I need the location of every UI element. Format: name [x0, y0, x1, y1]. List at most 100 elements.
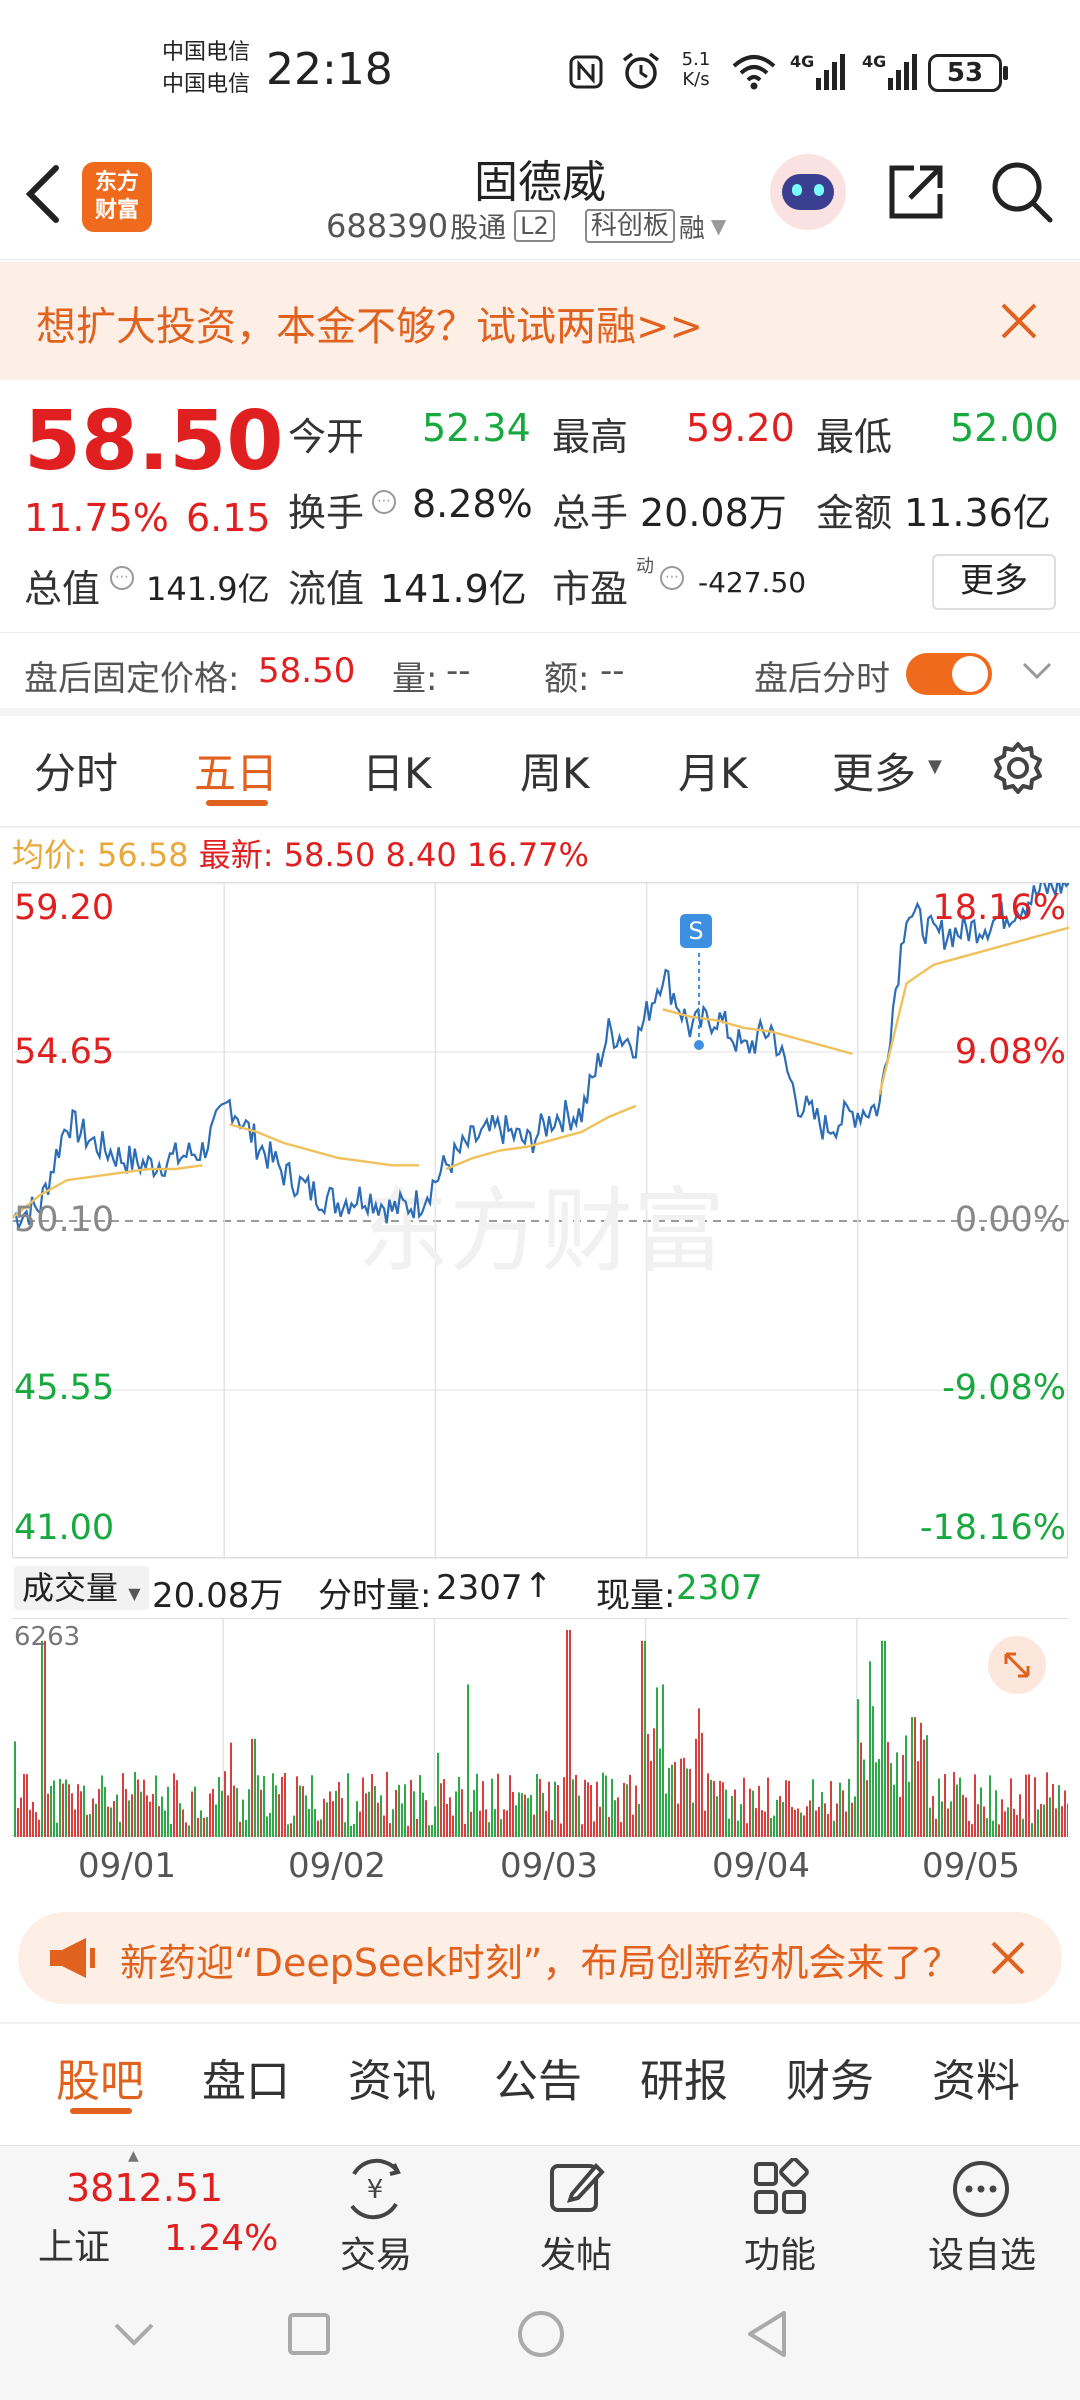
info-icon[interactable]: ⋯	[110, 566, 134, 590]
volume-bar	[899, 1796, 901, 1837]
nav-recents-icon[interactable]	[286, 2311, 332, 2357]
badge-l2: L2	[514, 210, 555, 242]
volume-bar	[437, 1752, 439, 1837]
volume-bar	[494, 1809, 496, 1837]
volume-bar	[299, 1785, 301, 1837]
volume-bar	[977, 1804, 979, 1837]
trade-button[interactable]: ¥ 交易	[320, 2146, 430, 2276]
nav-hide-icon[interactable]	[112, 2321, 156, 2347]
volume-bar	[1058, 1785, 1060, 1837]
volume-bar	[908, 1781, 910, 1837]
volume-bar	[131, 1794, 133, 1837]
news-text[interactable]: 新药迎“DeepSeek时刻”，布局创新药机会来了？	[120, 1932, 960, 1987]
tab-daily-k[interactable]: 日K	[362, 740, 432, 801]
tab-guba[interactable]: 股吧	[56, 2045, 144, 2109]
volume-bar	[1016, 1814, 1018, 1837]
search-icon[interactable]	[988, 158, 1056, 226]
badge-gutong: 股通	[450, 211, 507, 244]
volume-bar	[500, 1819, 502, 1837]
settings-gear-icon[interactable]	[990, 740, 1046, 796]
volume-bar	[821, 1792, 823, 1837]
share-icon[interactable]	[884, 160, 948, 224]
volume-bar	[263, 1776, 265, 1837]
open-label: 今开	[288, 415, 365, 459]
now-volume-label: 现量:	[596, 1576, 676, 1616]
post-button[interactable]: 发帖	[520, 2146, 630, 2276]
index-ticker[interactable]: ▲ 3812.51 上证 1.24%	[0, 2146, 290, 2276]
ai-assistant-icon[interactable]	[770, 154, 846, 230]
chevron-down-icon[interactable]	[1022, 661, 1052, 681]
volume-bar	[329, 1791, 331, 1837]
stock-header: 东方 财富 固德威 688390 股通 L2 科创板 融 ▼	[0, 140, 1080, 260]
tab-research[interactable]: 研报	[640, 2045, 728, 2109]
promo-banner[interactable]: 想扩大投资，本金不够？试试两融>>	[0, 262, 1080, 380]
volume-selector[interactable]: 成交量 ▼	[14, 1566, 149, 1610]
volume-bar	[227, 1795, 229, 1837]
volume-bar	[443, 1779, 445, 1837]
after-hours-vol: --	[446, 651, 471, 691]
volume-bar	[932, 1795, 934, 1837]
volume-bar	[956, 1784, 958, 1837]
volume-bar	[101, 1775, 103, 1837]
volume-bar	[239, 1821, 241, 1837]
tab-pankou[interactable]: 盘口	[202, 2045, 290, 2109]
volume-bar	[686, 1768, 688, 1837]
add-watchlist-button[interactable]: 设自选	[920, 2146, 1050, 2276]
volume-chart[interactable]	[12, 1618, 1068, 1837]
volume-bar	[704, 1810, 706, 1837]
expand-icon[interactable]	[988, 1636, 1046, 1694]
dropdown-arrow-icon[interactable]: ▼	[711, 214, 726, 238]
now-volume: 2307	[676, 1568, 763, 1608]
tab-timeshare[interactable]: 分时	[34, 740, 118, 801]
volume-bar	[425, 1800, 427, 1837]
volume-bar	[650, 1760, 652, 1837]
nav-home-icon[interactable]	[516, 2309, 566, 2359]
volume-bar	[989, 1775, 991, 1837]
tab-more-arrow-icon[interactable]: ▼	[928, 756, 942, 777]
volume-bar	[137, 1779, 139, 1837]
volume-bar	[788, 1780, 790, 1837]
tab-news[interactable]: 资讯	[348, 2045, 436, 2109]
volume-bar	[986, 1818, 988, 1837]
info-icon[interactable]: ⋯	[660, 566, 684, 590]
nav-back-icon[interactable]	[744, 2309, 790, 2359]
volume-bar	[197, 1817, 199, 1837]
signal-marker[interactable]: S	[680, 914, 712, 948]
volume-bar	[953, 1772, 955, 1837]
volume-bar	[191, 1791, 193, 1837]
volume-bar	[551, 1820, 553, 1837]
after-hours-toggle[interactable]	[906, 653, 992, 695]
tab-finance[interactable]: 财务	[786, 2045, 874, 2109]
volume-bar	[725, 1789, 727, 1837]
tab-more[interactable]: 更多	[832, 740, 916, 801]
news-banner[interactable]: 新药迎“DeepSeek时刻”，布局创新药机会来了？	[18, 1912, 1062, 2004]
features-button[interactable]: 功能	[724, 2146, 834, 2276]
volume-bar	[1010, 1778, 1012, 1837]
close-icon[interactable]	[998, 300, 1040, 342]
after-hours-amt-label: 额:	[544, 659, 590, 699]
promo-text[interactable]: 想扩大投资，本金不够？试试两融>>	[36, 294, 703, 352]
close-icon[interactable]	[988, 1938, 1028, 1978]
tab-profile[interactable]: 资料	[932, 2045, 1020, 2109]
volume-bar	[980, 1787, 982, 1837]
watchlist-label: 设自选	[928, 2235, 1037, 2276]
tab-five-day[interactable]: 五日	[194, 740, 278, 801]
avg-label: 均价:	[12, 836, 87, 874]
more-button[interactable]: 更多	[932, 554, 1056, 610]
volume-bar	[1061, 1806, 1063, 1837]
volume-bar	[869, 1661, 871, 1837]
volume-bar	[452, 1815, 454, 1837]
five-day-chart[interactable]: 东方财富	[12, 882, 1069, 1559]
info-icon[interactable]: ⋯	[372, 490, 396, 514]
tab-weekly-k[interactable]: 周K	[520, 740, 590, 801]
volume-bar	[389, 1823, 391, 1837]
volume-bar	[128, 1800, 130, 1837]
volume-bar	[335, 1790, 337, 1837]
volume-bar	[803, 1815, 805, 1837]
tab-announcements[interactable]: 公告	[494, 2045, 582, 2109]
net-speed: 5.1 K/s	[678, 50, 714, 90]
volume-bar	[665, 1793, 667, 1837]
volume-bar	[182, 1809, 184, 1837]
volume-bar	[86, 1814, 88, 1837]
tab-monthly-k[interactable]: 月K	[678, 740, 748, 801]
